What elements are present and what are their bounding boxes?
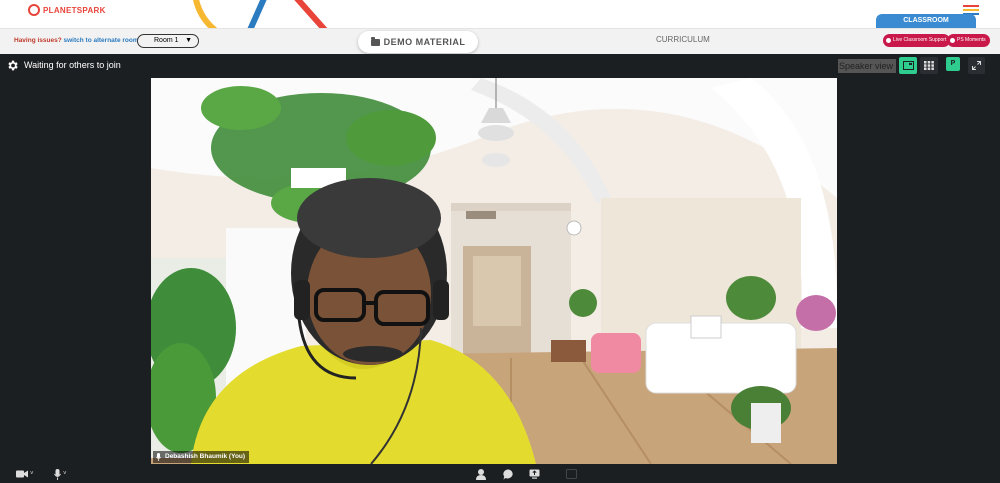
participants-button[interactable] bbox=[476, 468, 486, 480]
camera-toggle[interactable]: ˅ bbox=[16, 468, 34, 480]
square-icon bbox=[566, 469, 577, 479]
gear-icon[interactable] bbox=[6, 59, 19, 72]
sub-bar: Having issues? switch to alternate room … bbox=[0, 28, 1000, 54]
alternate-room-link[interactable]: switch to alternate room bbox=[64, 37, 139, 44]
participant-video bbox=[151, 78, 837, 464]
top-bar: PLANETSPARK CLASSROOM bbox=[0, 0, 1000, 34]
issues-notice: Having issues? switch to alternate room bbox=[14, 37, 139, 44]
fullscreen-button[interactable] bbox=[968, 57, 985, 74]
microphone-chevron-icon[interactable]: ˅ bbox=[63, 471, 67, 477]
logo-mark-icon bbox=[28, 4, 40, 16]
chat-icon bbox=[503, 468, 513, 479]
person-icon bbox=[476, 468, 486, 480]
control-bar: ˅ ˅ bbox=[0, 464, 1000, 483]
grid-view-button[interactable] bbox=[920, 57, 938, 74]
grid-layout-icon bbox=[924, 61, 934, 70]
microphone-toggle[interactable]: ˅ bbox=[54, 468, 67, 480]
room-select[interactable]: Room 1 ▼ bbox=[137, 34, 199, 48]
support-dot-icon bbox=[886, 38, 891, 43]
decorative-arcs bbox=[193, 0, 328, 30]
microphone-icon bbox=[54, 468, 61, 480]
meeting-area: Waiting for others to join Speaker view … bbox=[0, 54, 1000, 483]
demo-material-label: DEMO MATERIAL bbox=[383, 37, 466, 47]
expand-icon bbox=[972, 61, 981, 70]
meeting-status: Waiting for others to join bbox=[24, 60, 121, 70]
participant-label: Debashish Bhaumik (You) bbox=[153, 451, 250, 463]
microphone-icon bbox=[156, 453, 161, 461]
issues-text: Having issues? bbox=[14, 37, 62, 44]
live-support-label: Live Classroom Support bbox=[893, 37, 947, 43]
caret-down-icon: ▼ bbox=[185, 37, 192, 44]
moments-dot-icon bbox=[950, 38, 955, 43]
folder-icon bbox=[370, 36, 380, 46]
video-frame-image bbox=[151, 78, 837, 464]
planetspark-logo[interactable]: PLANETSPARK bbox=[28, 4, 106, 16]
camera-icon bbox=[16, 470, 28, 478]
speaker-view-button[interactable] bbox=[899, 57, 917, 74]
live-support-button[interactable]: Live Classroom Support bbox=[883, 34, 951, 47]
logo-text: PLANETSPARK bbox=[43, 5, 106, 15]
speaker-view-label: Speaker view bbox=[838, 59, 896, 73]
demo-material-button[interactable]: DEMO MATERIAL bbox=[358, 31, 478, 53]
share-screen-icon bbox=[529, 469, 540, 479]
more-button[interactable] bbox=[566, 468, 577, 480]
curriculum-link[interactable]: CURRICULUM bbox=[656, 35, 710, 44]
chat-button[interactable] bbox=[503, 468, 514, 480]
share-screen-button[interactable] bbox=[529, 468, 540, 480]
speaker-layout-icon bbox=[902, 61, 914, 70]
ps-moments-button[interactable]: PS Moments bbox=[947, 34, 990, 47]
camera-chevron-icon[interactable]: ˅ bbox=[30, 471, 34, 477]
room-select-value: Room 1 bbox=[154, 37, 179, 44]
meeting-header: Waiting for others to join Speaker view … bbox=[0, 54, 1000, 78]
participant-name: Debashish Bhaumik (You) bbox=[165, 453, 246, 460]
participant-badge[interactable]: P bbox=[946, 57, 960, 71]
ps-moments-label: PS Moments bbox=[957, 37, 986, 43]
